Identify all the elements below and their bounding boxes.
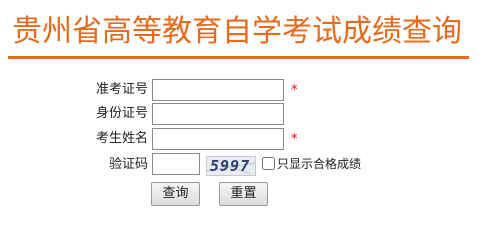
passed-only-label[interactable]: 只显示合格成绩 bbox=[277, 154, 361, 174]
exam-id-required-mark: * bbox=[291, 83, 298, 98]
name-required-mark: * bbox=[291, 132, 298, 147]
captcha-code: 5997 bbox=[210, 157, 251, 175]
captcha-label: 验证码 bbox=[108, 157, 148, 172]
score-query-page: 贵州省高等教育自学考试成绩查询 准考证号 * 身份证号 考生姓名 * 验证码 5… bbox=[0, 0, 493, 240]
title-underline bbox=[8, 56, 469, 59]
name-input[interactable] bbox=[152, 128, 284, 150]
exam-id-label: 准考证号 bbox=[95, 82, 148, 97]
id-card-label: 身份证号 bbox=[95, 106, 148, 121]
captcha-input[interactable] bbox=[152, 153, 200, 175]
captcha-image[interactable]: 5997 bbox=[206, 156, 256, 176]
page-title: 贵州省高等教育自学考试成绩查询 bbox=[12, 14, 462, 49]
name-label: 考生姓名 bbox=[95, 131, 148, 146]
query-button[interactable]: 查询 bbox=[151, 182, 200, 206]
reset-button[interactable]: 重置 bbox=[219, 182, 268, 206]
passed-only-checkbox[interactable] bbox=[262, 157, 275, 170]
exam-id-input[interactable] bbox=[152, 79, 284, 101]
id-card-input[interactable] bbox=[152, 103, 284, 125]
